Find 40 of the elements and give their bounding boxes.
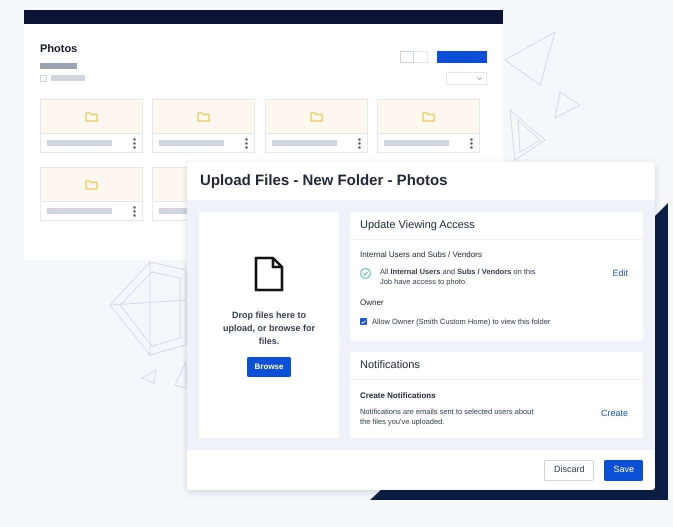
placeholder-bar — [384, 140, 449, 146]
more-options-icon[interactable] — [133, 138, 136, 148]
folder-icon — [422, 111, 435, 122]
placeholder-bar — [40, 62, 77, 68]
placeholder-bar — [159, 140, 224, 146]
file-icon — [254, 256, 284, 292]
drop-instructions: Drop files here to upload, or browse for files. — [223, 309, 315, 348]
more-options-icon[interactable] — [470, 138, 473, 148]
more-options-icon[interactable] — [133, 206, 136, 216]
window-title: Photos — [40, 42, 78, 57]
owner-checkbox[interactable] — [360, 318, 367, 326]
check-circle-icon — [360, 268, 371, 279]
create-link[interactable]: Create — [600, 407, 628, 420]
save-button[interactable]: Save — [604, 460, 643, 480]
more-options-icon[interactable] — [358, 138, 360, 148]
chevron-down-icon — [477, 77, 482, 80]
drop-zone[interactable]: Drop files here to upload, or browse for files. Browse — [199, 212, 339, 438]
section-label: Owner — [360, 297, 385, 309]
placeholder-bar — [51, 75, 85, 81]
panel-heading: Notifications — [360, 358, 420, 374]
view-toggle[interactable] — [400, 51, 414, 63]
browse-button[interactable]: Browse — [246, 357, 292, 377]
discard-button[interactable]: Discard — [544, 460, 594, 480]
more-options-icon[interactable] — [245, 138, 248, 148]
dialog-title: Upload Files - New Folder - Photos — [200, 170, 448, 191]
checkbox[interactable] — [40, 74, 47, 82]
folder-icon — [310, 111, 322, 122]
section-label: Create Notifications — [360, 390, 437, 402]
folder-icon — [85, 179, 98, 190]
placeholder-bar — [272, 140, 336, 146]
placeholder-bar — [47, 208, 112, 214]
section-label: Internal Users and Subs / Vendors — [360, 249, 483, 261]
dropdown[interactable] — [446, 72, 487, 85]
placeholder-bar — [47, 140, 112, 146]
panel-heading: Update Viewing Access — [360, 218, 475, 234]
primary-action-button[interactable] — [437, 51, 487, 63]
folder-icon — [197, 111, 210, 122]
edit-link[interactable]: Edit — [612, 267, 628, 280]
view-toggle[interactable] — [414, 51, 428, 63]
folder-icon — [85, 111, 98, 122]
